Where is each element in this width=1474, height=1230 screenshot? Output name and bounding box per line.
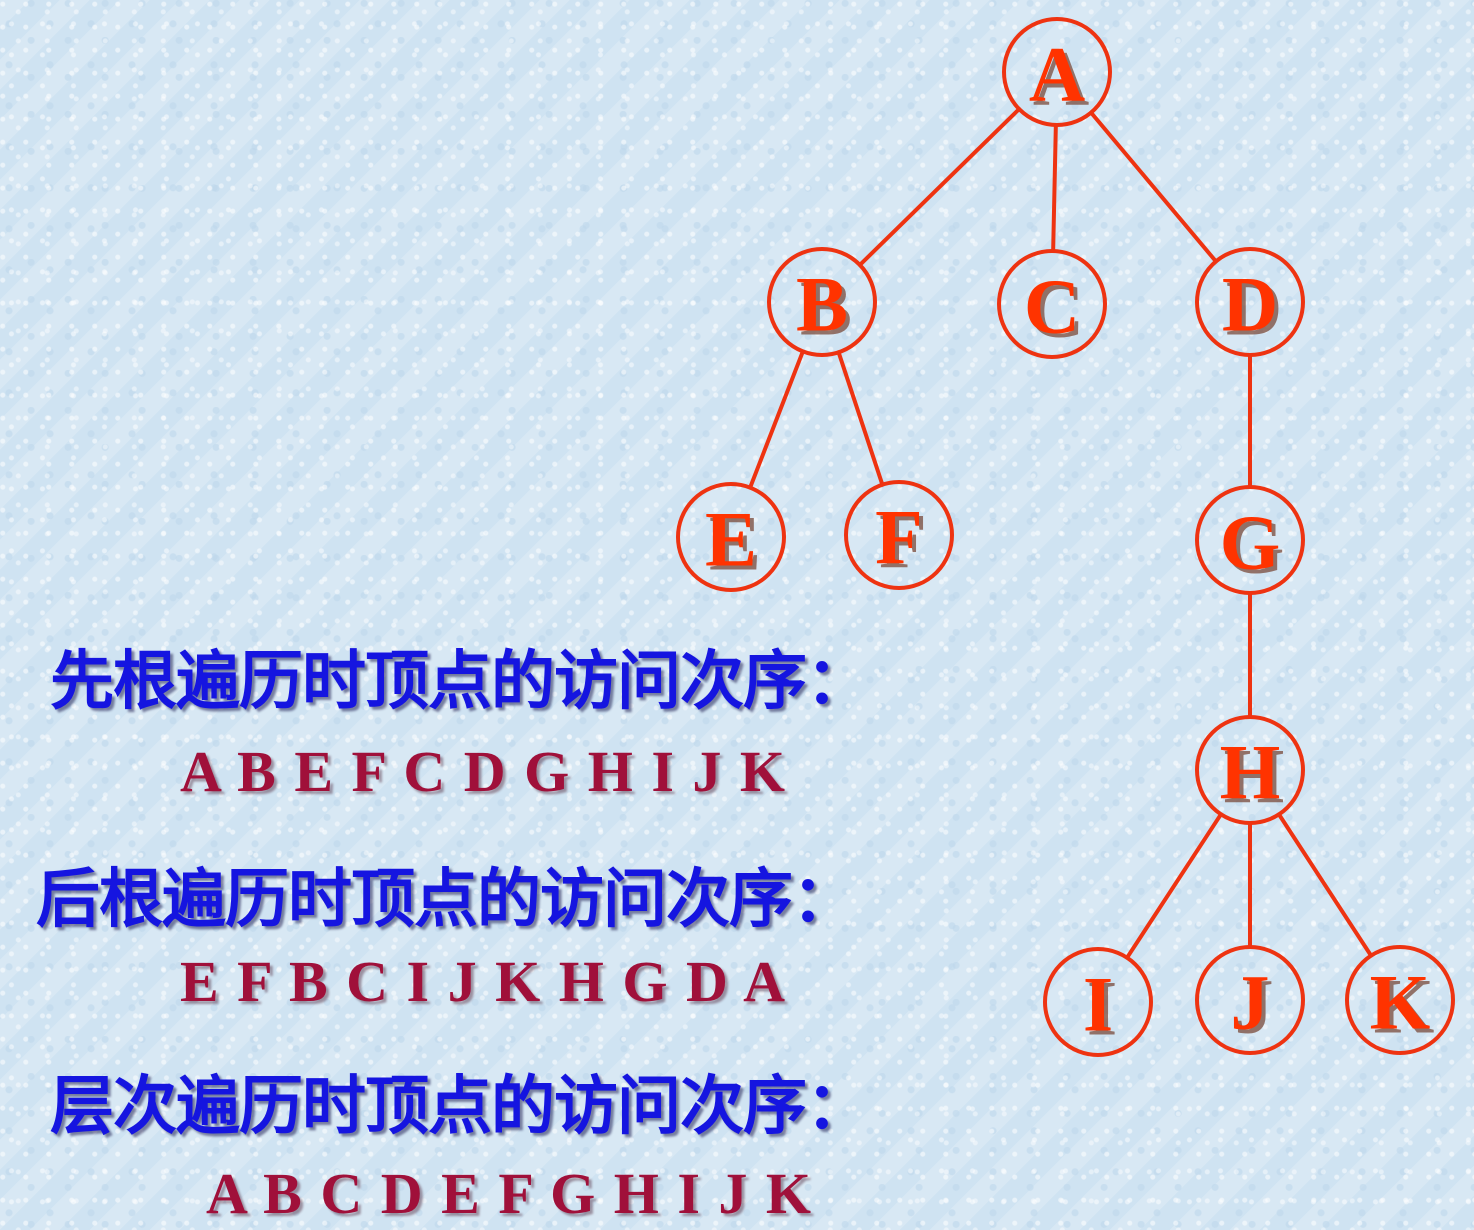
- edge-a-b: [857, 107, 1022, 267]
- levelorder-sequence: A B C D E F G H I J K: [206, 1161, 812, 1226]
- edge-b-f: [836, 350, 885, 487]
- edge-a-d: [1089, 110, 1218, 264]
- edge-h-k: [1276, 812, 1374, 958]
- tree-node-e: EE: [676, 482, 786, 592]
- levelorder-heading: 层次遍历时顶点的访问次序：: [50, 1070, 870, 1144]
- tree-diagram: AA BB CC DD EE FF GG HH II JJ KK: [676, 17, 1455, 1057]
- tree-node-f: FF: [844, 480, 954, 590]
- tree-node-j: JJ: [1195, 945, 1305, 1055]
- postorder-sequence: E F B C I J K H G D A: [180, 949, 786, 1014]
- preorder-heading: 先根遍历时顶点的访问次序：: [50, 645, 870, 719]
- tree-node-g: GG: [1195, 485, 1305, 595]
- node-label: A: [1029, 31, 1085, 118]
- tree-node-a: AA: [1002, 17, 1112, 127]
- node-label: G: [1220, 499, 1281, 586]
- node-label: B: [796, 261, 848, 348]
- node-label: E: [705, 496, 757, 583]
- node-label: C: [1024, 263, 1080, 350]
- edge-h-i: [1125, 812, 1223, 960]
- node-label: F: [875, 494, 923, 581]
- node-label: H: [1220, 729, 1281, 816]
- postorder-heading: 后根遍历时顶点的访问次序：: [36, 863, 856, 937]
- node-label: J: [1231, 959, 1270, 1046]
- tree-node-b: BB: [767, 247, 877, 357]
- edge-b-e: [748, 349, 805, 490]
- tree-node-h: HH: [1195, 715, 1305, 825]
- preorder-sequence: A B E F C D G H I J K: [180, 739, 786, 804]
- node-label: K: [1370, 959, 1431, 1046]
- edge-a-c: [1051, 122, 1058, 254]
- node-label: D: [1222, 261, 1278, 348]
- tree-node-i: II: [1043, 947, 1153, 1057]
- tree-node-c: CC: [997, 249, 1107, 359]
- tree-node-d: DD: [1195, 247, 1305, 357]
- tree-node-k: KK: [1345, 945, 1455, 1055]
- node-label: I: [1083, 961, 1113, 1048]
